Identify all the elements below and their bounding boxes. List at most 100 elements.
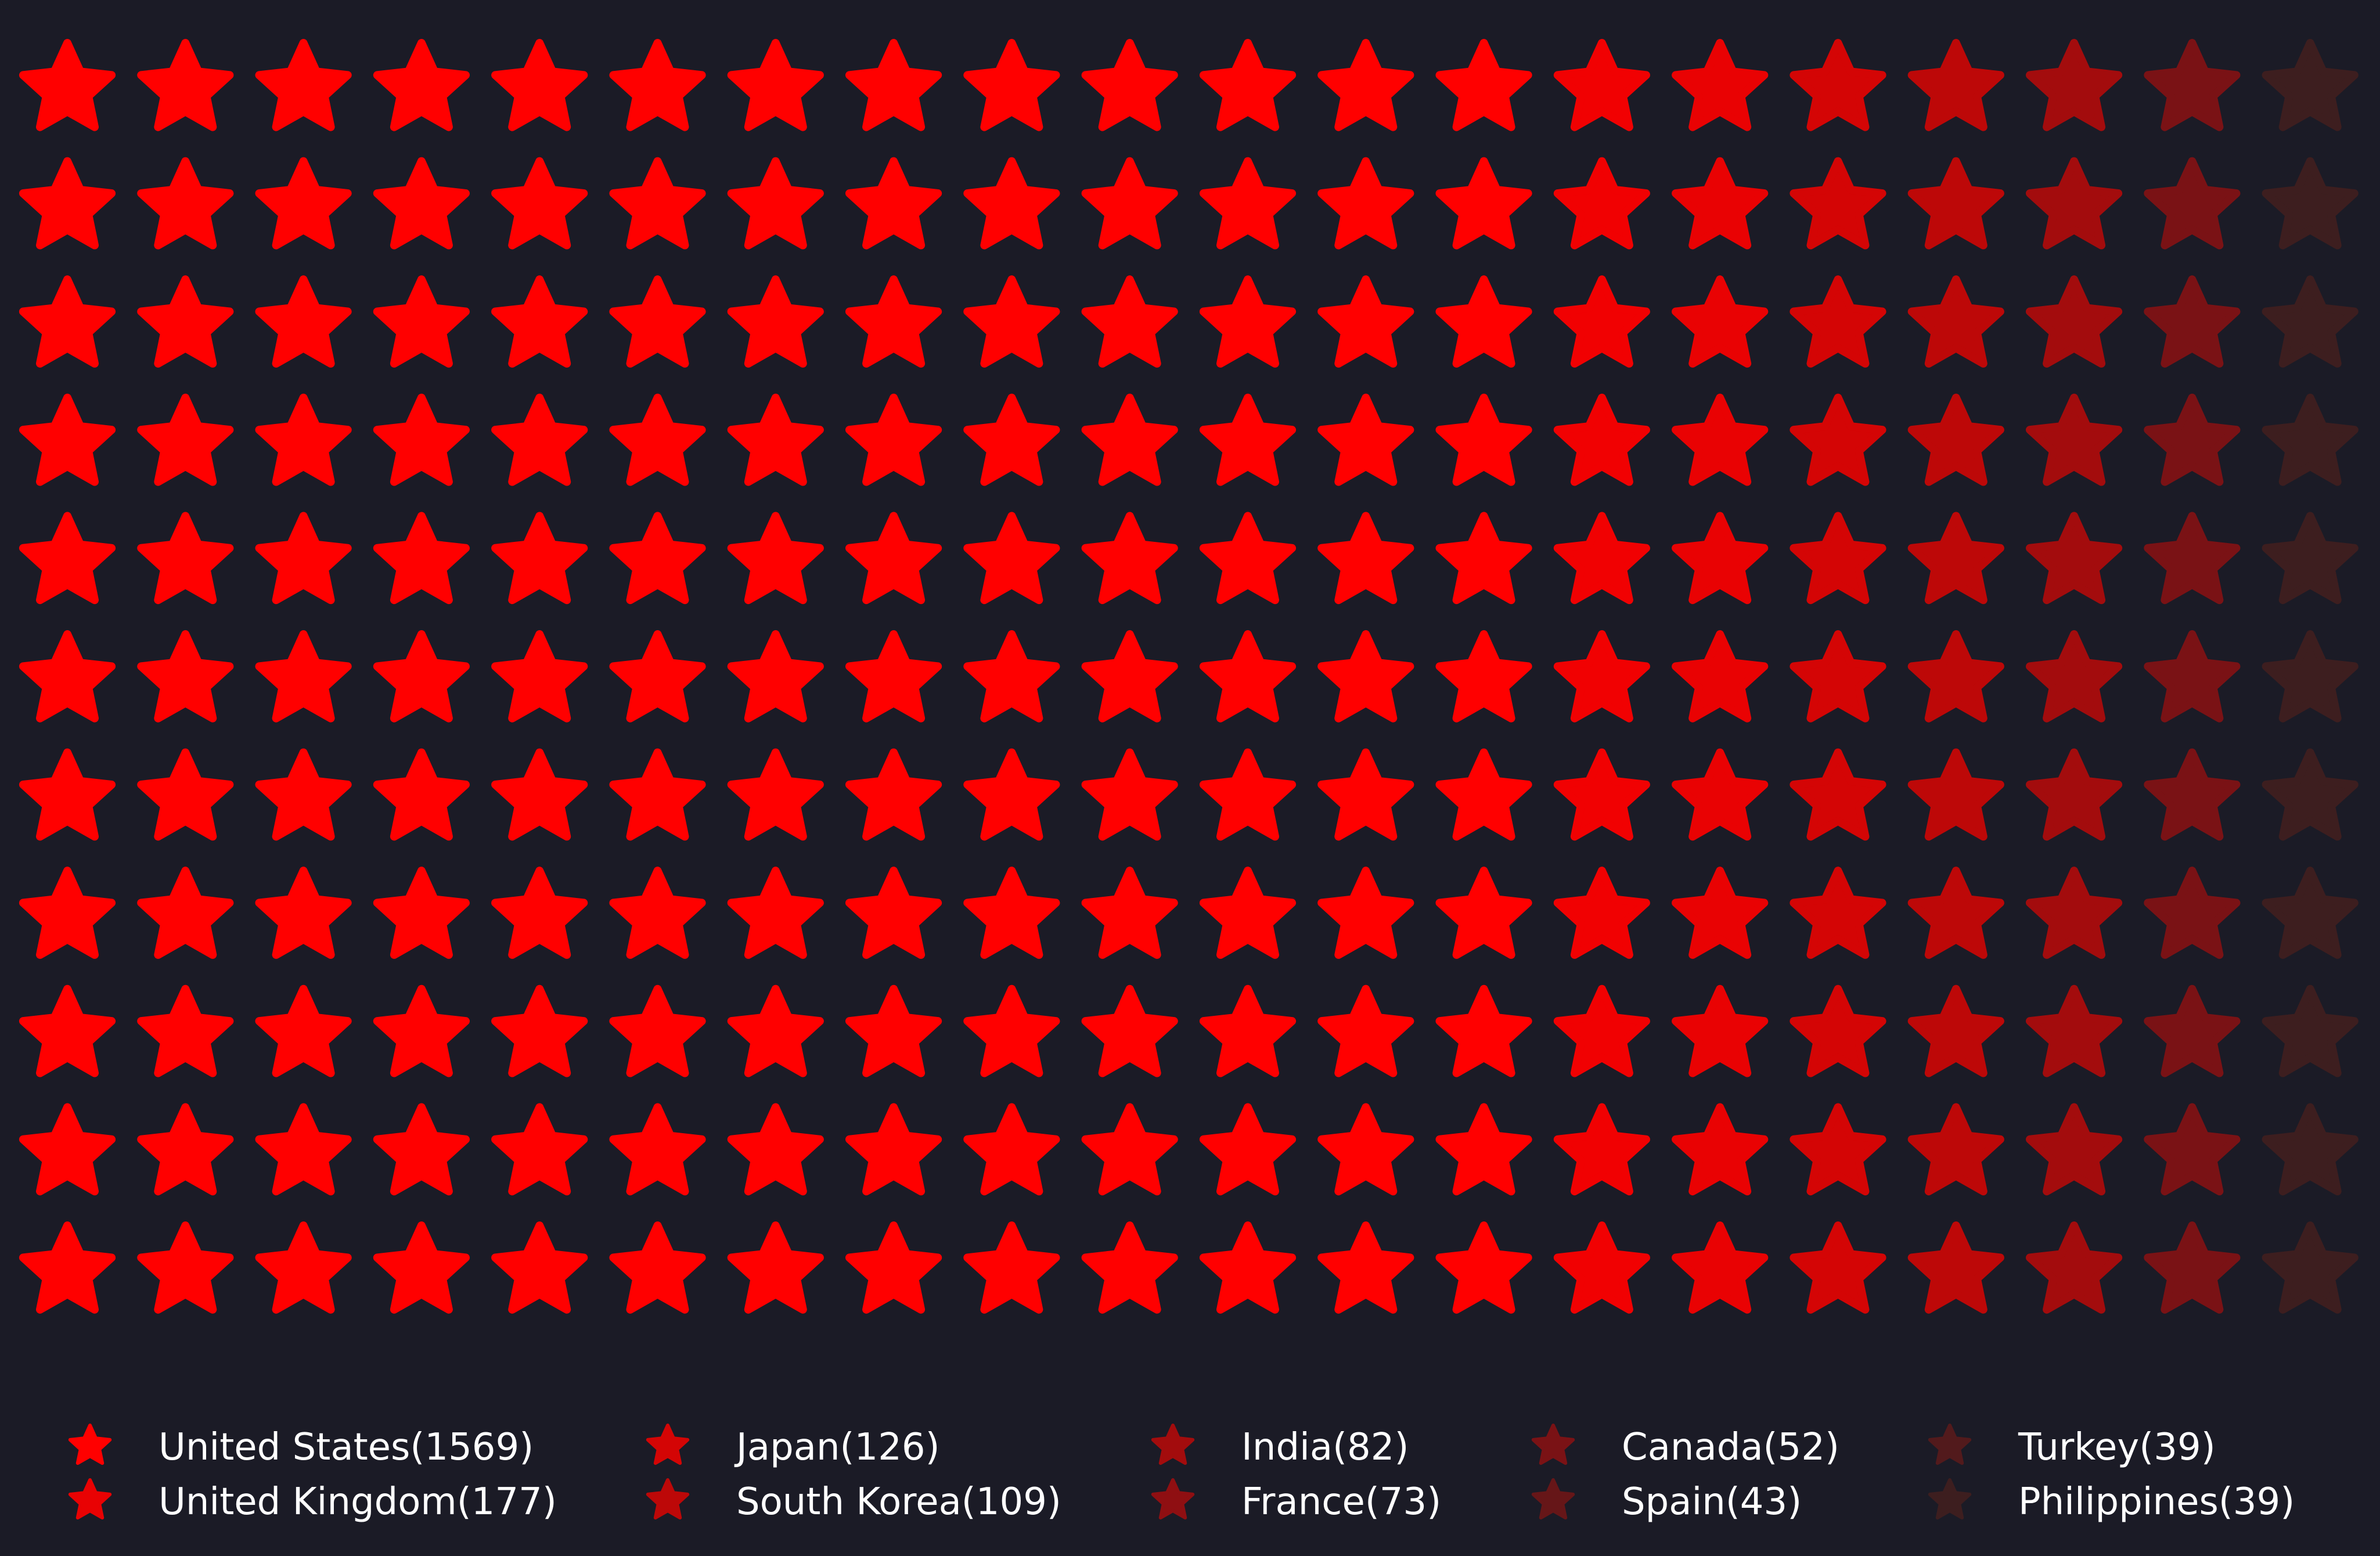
star-icon: [1789, 867, 1886, 959]
star-icon: [1199, 275, 1297, 368]
legend-label: Spain(43): [1622, 1480, 1802, 1523]
star-icon: [727, 275, 824, 368]
star-icon: [1081, 630, 1178, 723]
star-icon: [1553, 748, 1650, 841]
star-icon: [1907, 748, 2004, 841]
star-icon: [255, 867, 352, 959]
star-icon: [1907, 1103, 2004, 1196]
star-icon: [1081, 867, 1178, 959]
legend-label: United States(1569): [159, 1426, 534, 1469]
star-icon: [491, 512, 588, 605]
star-icon: [2144, 867, 2241, 959]
legend-star-icon: [1928, 1478, 1972, 1520]
legend-star-icon: [1151, 1424, 1195, 1465]
star-icon: [255, 393, 352, 486]
star-icon: [609, 1221, 706, 1314]
star-icon: [1789, 748, 1886, 841]
star-icon: [2262, 275, 2359, 368]
star-icon: [2262, 1103, 2359, 1196]
star-icon: [609, 512, 706, 605]
star-icon: [727, 1103, 824, 1196]
star-icon: [137, 867, 234, 959]
star-icon: [1907, 512, 2004, 605]
star-icon: [1199, 1221, 1297, 1314]
star-icon: [963, 393, 1060, 486]
star-icon: [1553, 867, 1650, 959]
star-icon: [1317, 984, 1414, 1077]
star-icon: [373, 1103, 470, 1196]
legend-label: South Korea(109): [736, 1480, 1061, 1523]
star-icon: [1435, 984, 1532, 1077]
star-icon: [19, 867, 116, 959]
star-icon: [1672, 748, 1769, 841]
star-icon: [845, 275, 942, 368]
star-icon: [255, 630, 352, 723]
star-icon: [1553, 1221, 1650, 1314]
star-icon: [137, 157, 234, 250]
star-icon: [19, 512, 116, 605]
star-icon: [19, 393, 116, 486]
star-icon: [845, 393, 942, 486]
star-icon: [1317, 867, 1414, 959]
star-icon: [609, 157, 706, 250]
star-icon: [963, 867, 1060, 959]
star-icon: [1907, 630, 2004, 723]
star-icon: [609, 867, 706, 959]
star-icon: [1907, 1221, 2004, 1314]
legend-star-icon: [646, 1424, 690, 1465]
star-icon: [491, 1221, 588, 1314]
star-icon: [2026, 275, 2123, 368]
star-icon: [491, 748, 588, 841]
star-icon: [137, 393, 234, 486]
star-icon: [963, 748, 1060, 841]
star-icon: [1317, 39, 1414, 131]
legend-star-icon: [1531, 1478, 1575, 1520]
star-icon: [727, 630, 824, 723]
star-icon: [727, 157, 824, 250]
star-icon: [1199, 867, 1297, 959]
star-icon: [727, 39, 824, 131]
star-icon: [491, 157, 588, 250]
star-icon: [1907, 867, 2004, 959]
star-icon: [137, 275, 234, 368]
star-icon: [845, 1221, 942, 1314]
star-icon: [2026, 630, 2123, 723]
star-icon: [963, 1221, 1060, 1314]
star-icon: [2026, 984, 2123, 1077]
star-icon: [1553, 984, 1650, 1077]
star-icon: [1907, 275, 2004, 368]
star-icon: [373, 512, 470, 605]
legend-label: Canada(52): [1622, 1426, 1839, 1469]
star-icon: [255, 275, 352, 368]
star-icon: [255, 1103, 352, 1196]
star-icon: [1672, 630, 1769, 723]
star-icon: [137, 39, 234, 131]
star-icon: [1907, 39, 2004, 131]
star-icon: [1789, 512, 1886, 605]
star-icon: [1553, 393, 1650, 486]
star-icon: [609, 984, 706, 1077]
star-icon: [1907, 157, 2004, 250]
star-icon: [963, 39, 1060, 131]
star-icon: [2026, 1221, 2123, 1314]
star-icon: [1199, 984, 1297, 1077]
star-icon: [609, 39, 706, 131]
star-icon: [19, 275, 116, 368]
star-icon: [609, 748, 706, 841]
star-icon: [1081, 512, 1178, 605]
star-icon: [2144, 1103, 2241, 1196]
star-icon: [2026, 867, 2123, 959]
star-icon: [609, 630, 706, 723]
star-icon: [1435, 748, 1532, 841]
legend-label: United Kingdom(177): [159, 1480, 557, 1523]
star-icon: [1789, 984, 1886, 1077]
star-icon: [1081, 748, 1178, 841]
star-icon: [1199, 1103, 1297, 1196]
star-icon: [1435, 1221, 1532, 1314]
star-icon: [963, 630, 1060, 723]
star-icon: [491, 1103, 588, 1196]
star-icon: [373, 157, 470, 250]
star-icon: [609, 393, 706, 486]
star-icon: [1435, 393, 1532, 486]
star-icon: [727, 867, 824, 959]
